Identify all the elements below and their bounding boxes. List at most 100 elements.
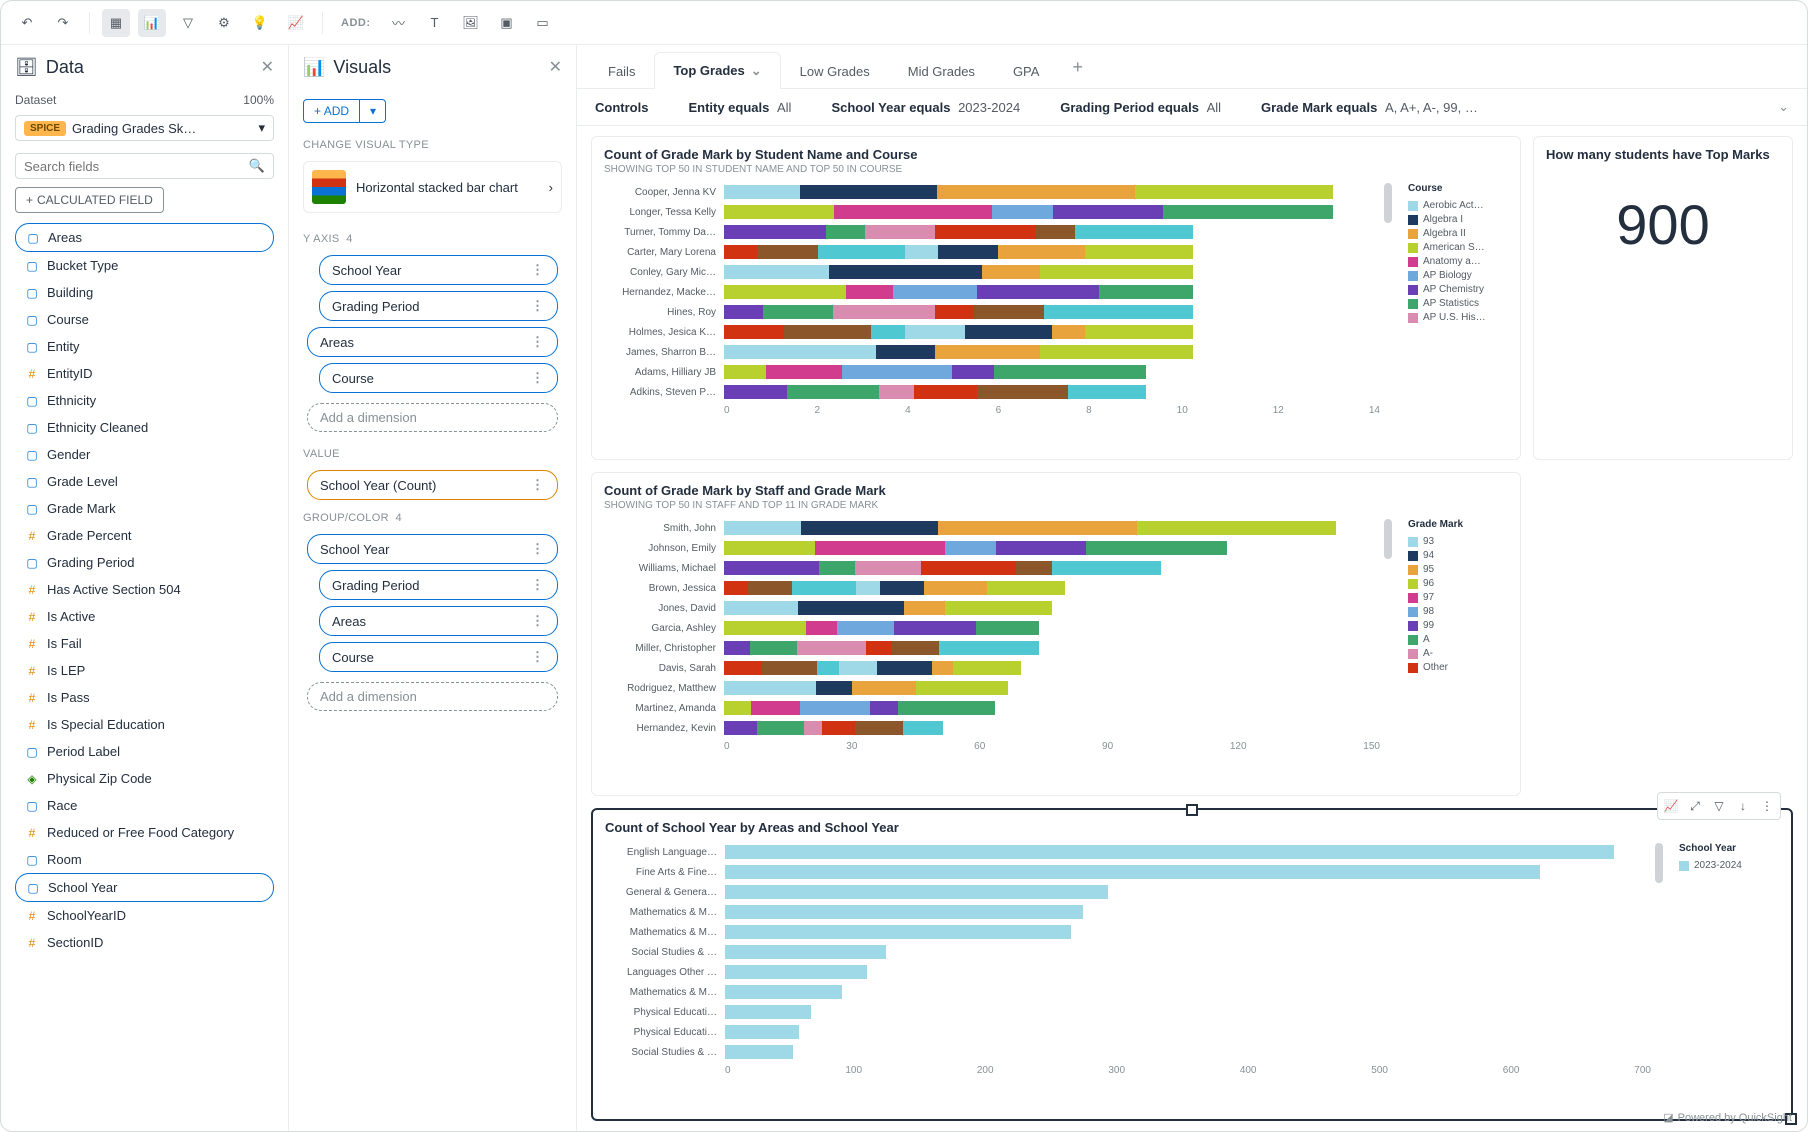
bar-row[interactable]: Miller, Christopher [604, 639, 1380, 657]
more-icon[interactable]: ⋮ [531, 541, 545, 557]
bar-row[interactable]: Williams, Michael [604, 559, 1380, 577]
field-ethnicity[interactable]: ▢Ethnicity [15, 387, 274, 414]
field-room[interactable]: ▢Room [15, 846, 274, 873]
more-icon[interactable]: ⋮ [531, 577, 545, 593]
legend-item[interactable]: 97 [1408, 592, 1508, 603]
close-icon[interactable]: ✕ [549, 57, 562, 77]
expand-controls-icon[interactable]: ⌄ [1778, 99, 1789, 115]
legend-item[interactable]: Aerobic Act… [1408, 200, 1508, 211]
legend-item[interactable]: Other [1408, 662, 1508, 673]
field-is-fail[interactable]: #Is Fail [15, 630, 274, 657]
field-well-course[interactable]: Course⋮ [319, 642, 558, 672]
field-well-areas[interactable]: Areas⋮ [319, 606, 558, 636]
legend-item[interactable]: AP U.S. His… [1408, 312, 1508, 323]
field-is-active[interactable]: #Is Active [15, 603, 274, 630]
field-grade-mark[interactable]: ▢Grade Mark [15, 495, 274, 522]
lightbulb-icon[interactable]: 💡 [246, 9, 274, 37]
bar-row[interactable]: Social Studies & … [605, 1043, 1651, 1061]
legend-item[interactable]: Anatomy a… [1408, 256, 1508, 267]
more-icon[interactable]: ⋮ [531, 334, 545, 350]
bar-row[interactable]: Cooper, Jenna KV [604, 183, 1380, 201]
expand-icon[interactable]: ⤢ [1684, 795, 1706, 817]
bar-row[interactable]: Adkins, Steven P… [604, 383, 1380, 401]
add-yaxis-dimension[interactable]: Add a dimension [307, 403, 558, 432]
bar-row[interactable]: Davis, Sarah [604, 659, 1380, 677]
field-well-school-year[interactable]: School Year⋮ [307, 534, 558, 564]
field-grade-level[interactable]: ▢Grade Level [15, 468, 274, 495]
close-icon[interactable]: ✕ [261, 57, 274, 77]
field-building[interactable]: ▢Building [15, 279, 274, 306]
bar-row[interactable]: Physical Educati… [605, 1003, 1651, 1021]
add-tab-button[interactable]: + [1058, 47, 1097, 88]
legend-item[interactable]: A- [1408, 648, 1508, 659]
bar-row[interactable]: Carter, Mary Lorena [604, 243, 1380, 261]
bar-row[interactable]: General & Genera… [605, 883, 1651, 901]
more-icon[interactable]: ⋮ [531, 262, 545, 278]
control-grade-mark-equals[interactable]: Grade Mark equals A, A+, A-, 99, … [1261, 100, 1478, 115]
field-sectionid[interactable]: #SectionID [15, 929, 274, 956]
sliders-icon[interactable]: ⚙ [210, 9, 238, 37]
legend-item[interactable]: 94 [1408, 550, 1508, 561]
viz-grade-by-student[interactable]: Count of Grade Mark by Student Name and … [591, 136, 1521, 460]
legend-item[interactable]: AP Chemistry [1408, 284, 1508, 295]
bar-chart-icon[interactable]: 📊 [138, 9, 166, 37]
field-physical-zip-code[interactable]: ◈Physical Zip Code [15, 765, 274, 792]
more-icon[interactable]: ⋮ [1756, 795, 1778, 817]
add-visual-icon[interactable]: ▣ [493, 9, 521, 37]
add-control-icon[interactable]: ▭ [529, 9, 557, 37]
field-gender[interactable]: ▢Gender [15, 441, 274, 468]
redo-icon[interactable]: ↷ [49, 9, 77, 37]
legend-item[interactable]: 2023-2024 [1679, 860, 1779, 871]
scrollbar[interactable] [1655, 843, 1663, 883]
field-well-grading-period[interactable]: Grading Period⋮ [319, 570, 558, 600]
bar-row[interactable]: Languages Other … [605, 963, 1651, 981]
bar-row[interactable]: Adams, Hilliary JB [604, 363, 1380, 381]
bar-row[interactable]: Garcia, Ashley [604, 619, 1380, 637]
bar-row[interactable]: Fine Arts & Fine… [605, 863, 1651, 881]
field-race[interactable]: ▢Race [15, 792, 274, 819]
legend-item[interactable]: 99 [1408, 620, 1508, 631]
bar-row[interactable]: Social Studies & … [605, 943, 1651, 961]
field-period-label[interactable]: ▢Period Label [15, 738, 274, 765]
legend-item[interactable]: 96 [1408, 578, 1508, 589]
more-icon[interactable]: ⋮ [531, 298, 545, 314]
field-well-school-year[interactable]: School Year⋮ [319, 255, 558, 285]
bar-row[interactable]: Mathematics & M… [605, 903, 1651, 921]
bar-row[interactable]: Mathematics & M… [605, 983, 1651, 1001]
legend-item[interactable]: 98 [1408, 606, 1508, 617]
legend-item[interactable]: AP Biology [1408, 270, 1508, 281]
more-icon[interactable]: ⋮ [531, 613, 545, 629]
viz-grade-by-staff[interactable]: Count of Grade Mark by Staff and Grade M… [591, 472, 1521, 796]
search-input[interactable] [24, 159, 249, 174]
more-icon[interactable]: ⋮ [531, 370, 545, 386]
add-group-dimension[interactable]: Add a dimension [307, 682, 558, 711]
field-has-active-section-504[interactable]: #Has Active Section 504 [15, 576, 274, 603]
filter-icon[interactable]: ▽ [1708, 795, 1730, 817]
field-schoolyearid[interactable]: #SchoolYearID [15, 902, 274, 929]
bar-row[interactable]: Smith, John [604, 519, 1380, 537]
scrollbar[interactable] [1384, 183, 1392, 223]
tab-top-grades[interactable]: Top Grades⌄ [654, 52, 780, 89]
insights-icon[interactable]: 📈 [282, 9, 310, 37]
bar-row[interactable]: Longer, Tessa Kelly [604, 203, 1380, 221]
visual-type-selector[interactable]: Horizontal stacked bar chart › [303, 161, 562, 213]
bar-row[interactable]: English Language… [605, 843, 1651, 861]
bar-row[interactable]: Hernandez, Kevin [604, 719, 1380, 737]
tab-gpa[interactable]: GPA [994, 53, 1059, 89]
scrollbar[interactable] [1384, 519, 1392, 559]
field-entity[interactable]: ▢Entity [15, 333, 274, 360]
field-grading-period[interactable]: ▢Grading Period [15, 549, 274, 576]
add-text-icon[interactable]: T [421, 9, 449, 37]
bar-row[interactable]: Johnson, Emily [604, 539, 1380, 557]
control-grading-period-equals[interactable]: Grading Period equals All [1060, 100, 1221, 115]
field-bucket-type[interactable]: ▢Bucket Type [15, 252, 274, 279]
more-icon[interactable]: ⋮ [531, 477, 545, 493]
search-icon[interactable]: 🔍 [249, 158, 265, 174]
autograph-icon[interactable]: 📈 [1660, 795, 1682, 817]
field-course[interactable]: ▢Course [15, 306, 274, 333]
control-school-year-equals[interactable]: School Year equals 2023-2024 [831, 100, 1020, 115]
calculated-field-button[interactable]: + CALCULATED FIELD [15, 187, 164, 213]
bar-row[interactable]: Rodriguez, Matthew [604, 679, 1380, 697]
bar-row[interactable]: Holmes, Jesica K… [604, 323, 1380, 341]
viz-schoolyear-by-area[interactable]: 📈 ⤢ ▽ ↓ ⋮ Count of School Year by Areas … [591, 808, 1793, 1121]
